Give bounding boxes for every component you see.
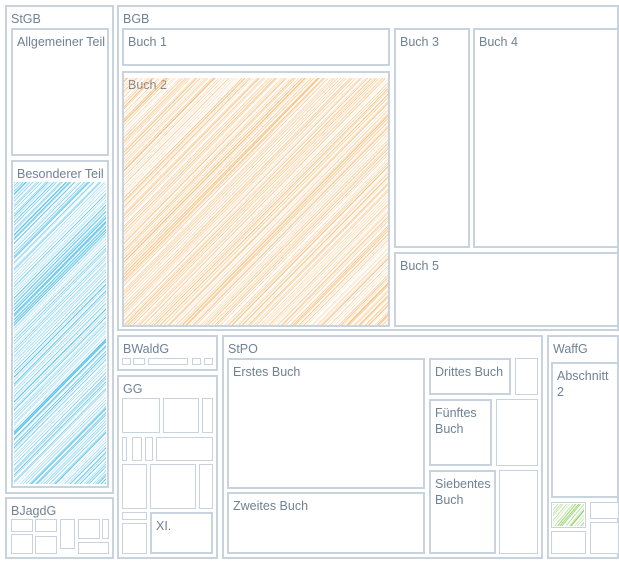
node-bjagdg-part[interactable]	[102, 519, 109, 539]
node-label: XI.	[156, 519, 172, 533]
node-label: Drittes Buch	[435, 365, 504, 379]
node-label: StGB	[11, 12, 41, 26]
highlight-buch-2	[124, 78, 388, 325]
node-buch-1[interactable]: Buch 1	[122, 28, 390, 66]
node-gg-part[interactable]	[163, 398, 199, 433]
node-bjagdg-part[interactable]	[78, 542, 109, 554]
node-drittes-buch[interactable]: Drittes Buch	[429, 358, 511, 395]
node-fuenftes-buch[interactable]: Fünftes Buch	[429, 399, 492, 466]
node-gg-xi[interactable]: XI.	[150, 512, 213, 554]
node-bjagdg-part[interactable]	[35, 519, 57, 532]
node-gg-part[interactable]	[122, 437, 127, 461]
node-label: BJagdG	[11, 504, 57, 518]
node-erstes-buch[interactable]: Erstes Buch	[227, 358, 425, 489]
node-gg-part[interactable]	[156, 437, 213, 461]
node-siebentes-buch[interactable]: Siebentes Buch	[429, 470, 496, 554]
node-bjagdg-part[interactable]	[11, 519, 33, 532]
node-label: Buch 1	[128, 35, 167, 49]
node-waffg-part[interactable]	[590, 502, 619, 519]
node-gg-part[interactable]	[199, 464, 213, 509]
node-bjagdg-part[interactable]	[78, 519, 100, 539]
node-label: GG	[123, 382, 143, 396]
node-bjagdg-part[interactable]	[60, 519, 75, 549]
node-bwaldg-part[interactable]	[133, 358, 145, 365]
node-label: StPO	[228, 342, 258, 356]
node-waffg-part[interactable]	[551, 531, 586, 554]
node-gg-part[interactable]	[122, 523, 147, 554]
node-label: Buch 4	[479, 35, 518, 49]
node-label: Buch 5	[400, 259, 439, 273]
node-gg-part[interactable]	[150, 464, 196, 509]
hatch-pattern	[124, 78, 388, 325]
node-label: Fünftes Buch	[435, 406, 477, 436]
node-zweites-buch[interactable]: Zweites Buch	[227, 492, 425, 554]
node-label: Allgemeiner Teil	[17, 35, 106, 49]
node-bjagdg-part[interactable]	[35, 536, 57, 554]
node-gg-part[interactable]	[122, 512, 147, 520]
node-gg-part[interactable]	[202, 398, 213, 433]
hatch-pattern	[553, 504, 584, 526]
node-gg-part[interactable]	[122, 464, 147, 509]
node-buch-4[interactable]: Buch 4	[473, 28, 619, 248]
treemap: StGB Allgemeiner Teil Besonderer Teil BG…	[0, 0, 619, 562]
node-bwaldg-part[interactable]	[122, 358, 131, 365]
node-stpo-part[interactable]	[496, 399, 538, 466]
node-waffg-part[interactable]	[590, 522, 619, 554]
node-stpo-part[interactable]	[499, 470, 538, 554]
node-label: BGB	[123, 12, 150, 26]
node-label: Siebentes Buch	[435, 477, 491, 507]
node-label: BWaldG	[123, 342, 170, 356]
highlight-waffg-part	[553, 504, 584, 526]
node-bjagdg-part[interactable]	[11, 534, 33, 554]
node-allgemeiner-teil[interactable]: Allgemeiner Teil	[11, 28, 109, 156]
node-buch-5[interactable]: Buch 5	[394, 252, 619, 327]
node-buch-3[interactable]: Buch 3	[394, 28, 470, 248]
node-label: Buch 3	[400, 35, 439, 49]
node-bwaldg[interactable]: BWaldG	[117, 335, 218, 371]
node-label: Zweites Buch	[233, 499, 309, 513]
node-label: Erstes Buch	[233, 365, 301, 379]
hatch-pattern	[14, 182, 106, 484]
node-bwaldg-part[interactable]	[148, 358, 188, 365]
node-label: Besonderer Teil	[17, 167, 104, 181]
node-bwaldg-part[interactable]	[204, 358, 213, 365]
node-stpo-part[interactable]	[515, 358, 538, 395]
highlight-besonderer-teil	[14, 182, 106, 484]
node-label: Abschnitt 2	[557, 369, 609, 399]
node-bwaldg-part[interactable]	[192, 358, 201, 365]
node-gg-part[interactable]	[132, 437, 142, 461]
node-label: WaffG	[553, 342, 588, 356]
node-gg-part[interactable]	[122, 398, 160, 433]
node-gg-part[interactable]	[145, 437, 153, 461]
node-abschnitt-2[interactable]: Abschnitt 2	[551, 362, 619, 498]
